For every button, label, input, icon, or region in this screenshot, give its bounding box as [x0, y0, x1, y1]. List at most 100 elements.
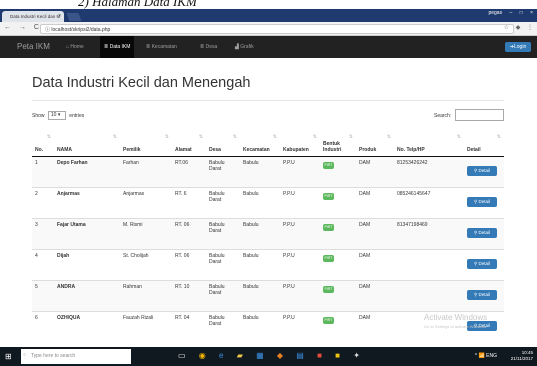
- col-produk[interactable]: Produk ⇅: [356, 130, 394, 157]
- sort-icon: ⇅: [348, 134, 353, 140]
- nav-item-home[interactable]: ⌂ Home: [66, 44, 84, 50]
- notification-chevron-icon[interactable]: ^: [475, 353, 477, 359]
- tab-close-icon[interactable]: ×: [58, 13, 61, 19]
- detail-button[interactable]: ⚲ Detail: [467, 165, 497, 176]
- maximize-button[interactable]: □: [520, 10, 523, 16]
- detail-button[interactable]: ⚲ Detail: [467, 196, 497, 207]
- minimize-button[interactable]: –: [509, 10, 512, 16]
- cell-bentuk: PIRT: [320, 279, 356, 311]
- brand-link[interactable]: Peta IKM: [17, 42, 50, 51]
- detail-label: Detail: [478, 198, 491, 204]
- cell-telp: 81347198469: [394, 217, 464, 249]
- col-nama[interactable]: NAMA ⇅: [54, 130, 120, 157]
- task-view-icon[interactable]: ▭: [178, 351, 186, 360]
- cell-kabupaten: P.P.U: [280, 310, 320, 342]
- cell-desa: Babulu Darat: [206, 217, 240, 249]
- sort-icon: ⇅: [112, 134, 117, 140]
- app-icon[interactable]: ✦: [353, 351, 360, 360]
- app-icon[interactable]: ■: [335, 351, 340, 360]
- app-icon[interactable]: ■: [317, 351, 322, 360]
- cell-no: 4: [32, 248, 54, 280]
- cell-alamat: RT. 04: [172, 310, 206, 342]
- col-kecamatan[interactable]: Kecamatan ⇅: [240, 130, 280, 157]
- col-desa[interactable]: Desa ⇅: [206, 130, 240, 157]
- app-icon[interactable]: ◆: [277, 351, 283, 360]
- sort-icon: ⇅: [496, 134, 501, 140]
- nav-item-desa[interactable]: ≣ Desa: [200, 44, 217, 50]
- site-navbar: Peta IKM ⌂ Home ≣ Data IKM ≣ Kecamatan ≣…: [0, 36, 537, 58]
- table-row: 1 Depo Farhan Farhan RT.06 Babulu Darat Babul…: [32, 155, 504, 187]
- back-arrow-icon[interactable]: ←: [4, 24, 11, 31]
- nav-label: Desa: [205, 44, 218, 50]
- activate-windows-watermark: Activate Windows: [424, 313, 488, 322]
- url-input[interactable]: ⓘ localhost/skripsi2/data.php: [40, 24, 514, 34]
- table-row: 3 Fajar Utama M. Rismi RT. 06 Babulu Darat Ba…: [32, 217, 504, 249]
- nav-item-data-ikm[interactable]: ≣ Data IKM: [100, 36, 135, 58]
- col-kabupaten[interactable]: Kabupaten ⇅: [280, 130, 320, 157]
- col-no[interactable]: No. ⇅: [32, 130, 54, 157]
- folder-icon[interactable]: ▰: [237, 351, 243, 360]
- browser-tab-strip: Data Industri Kecil dan M × pegas – □ ×: [0, 9, 537, 22]
- nav-item-kecamatan[interactable]: ≣ Kecamatan: [146, 44, 177, 50]
- sort-icon: ⇅: [232, 134, 237, 140]
- bentuk-badge: PIRT: [323, 192, 334, 200]
- star-icon[interactable]: ☆: [504, 25, 509, 31]
- cell-desa: Babulu Darat: [206, 186, 240, 218]
- cell-telp: [394, 279, 464, 311]
- cell-pemilik: St. Cholijah: [120, 248, 172, 280]
- cell-produk: DAM: [356, 310, 394, 342]
- cell-nama: Depo Farhan: [54, 155, 120, 187]
- app-icon[interactable]: ▤: [296, 351, 304, 360]
- sort-icon: ⇅: [312, 134, 317, 140]
- browser-tab[interactable]: Data Industri Kecil dan M ×: [2, 11, 64, 22]
- forward-arrow-icon[interactable]: →: [19, 24, 26, 31]
- bentuk-badge: PIRT: [323, 316, 334, 324]
- chrome-icon[interactable]: ◉: [199, 351, 206, 360]
- extension-icon[interactable]: ◆: [516, 25, 521, 31]
- close-window-button[interactable]: ×: [530, 10, 533, 16]
- system-tray-icons: ^ 📶 ENG: [475, 353, 497, 359]
- detail-button[interactable]: ⚲ Detail: [467, 227, 497, 238]
- bentuk-badge: PIRT: [323, 223, 334, 231]
- cell-pemilik: Rahman: [120, 279, 172, 311]
- login-button[interactable]: ➔Login: [505, 42, 531, 52]
- cell-bentuk: PIRT: [320, 155, 356, 187]
- cell-no: 6: [32, 310, 54, 342]
- cell-kabupaten: P.P.U: [280, 279, 320, 311]
- windows-start-icon[interactable]: ⊞: [5, 352, 14, 361]
- entries-select[interactable]: 10 ▾: [47, 111, 66, 120]
- cell-no: 2: [32, 186, 54, 218]
- lang-indicator[interactable]: ENG: [486, 353, 497, 359]
- cell-nama: ANDRA: [54, 279, 120, 311]
- tab-title: Data Industri Kecil dan M: [10, 14, 61, 19]
- col-telp[interactable]: No. Telp/HP ⇅: [394, 130, 464, 157]
- cell-kecamatan: Babulu: [240, 217, 280, 249]
- col-detail[interactable]: Detail ⇅: [464, 130, 504, 157]
- col-alamat[interactable]: Alamat ⇅: [172, 130, 206, 157]
- col-bentuk[interactable]: Bentuk Industri ⇅: [320, 130, 356, 157]
- show-entries: Show 10 ▾ entries: [32, 111, 84, 120]
- menu-icon[interactable]: ⋮: [527, 25, 533, 31]
- taskbar-search-input[interactable]: ○ Type here to search: [21, 349, 131, 364]
- address-icons: ☆ ◆ ⋮: [499, 24, 533, 31]
- table-row: 5 ANDRA Rahman RT. 10 Babulu Darat Babulu P.P.…: [32, 279, 504, 311]
- sort-icon: ⇅: [456, 134, 461, 140]
- table-header-row: No. ⇅ NAMA ⇅ Pemilik ⇅ Alamat ⇅ Desa ⇅ Kecama…: [32, 130, 504, 157]
- cell-detail: ⚲ Detail: [464, 248, 504, 280]
- reload-icon[interactable]: C: [34, 24, 39, 31]
- edge-icon[interactable]: e: [219, 351, 223, 360]
- detail-button[interactable]: ⚲ Detail: [467, 258, 497, 269]
- col-pemilik[interactable]: Pemilik ⇅: [120, 130, 172, 157]
- search-circle-icon: ○: [23, 352, 27, 358]
- cell-bentuk: PIRT: [320, 248, 356, 280]
- nav-item-grafik[interactable]: ▟ Grafik: [235, 44, 254, 50]
- bentuk-badge: PIRT: [323, 285, 334, 293]
- new-tab-button[interactable]: [66, 13, 82, 21]
- cell-alamat: RT. 06: [172, 248, 206, 280]
- clock[interactable]: 10:45 21/11/2017: [511, 350, 533, 362]
- app-icon[interactable]: ▦: [256, 351, 264, 360]
- network-icon[interactable]: 📶: [479, 353, 485, 359]
- cell-bentuk: PIRT: [320, 186, 356, 218]
- detail-button[interactable]: ⚲ Detail: [467, 289, 497, 300]
- search-input[interactable]: [455, 109, 504, 121]
